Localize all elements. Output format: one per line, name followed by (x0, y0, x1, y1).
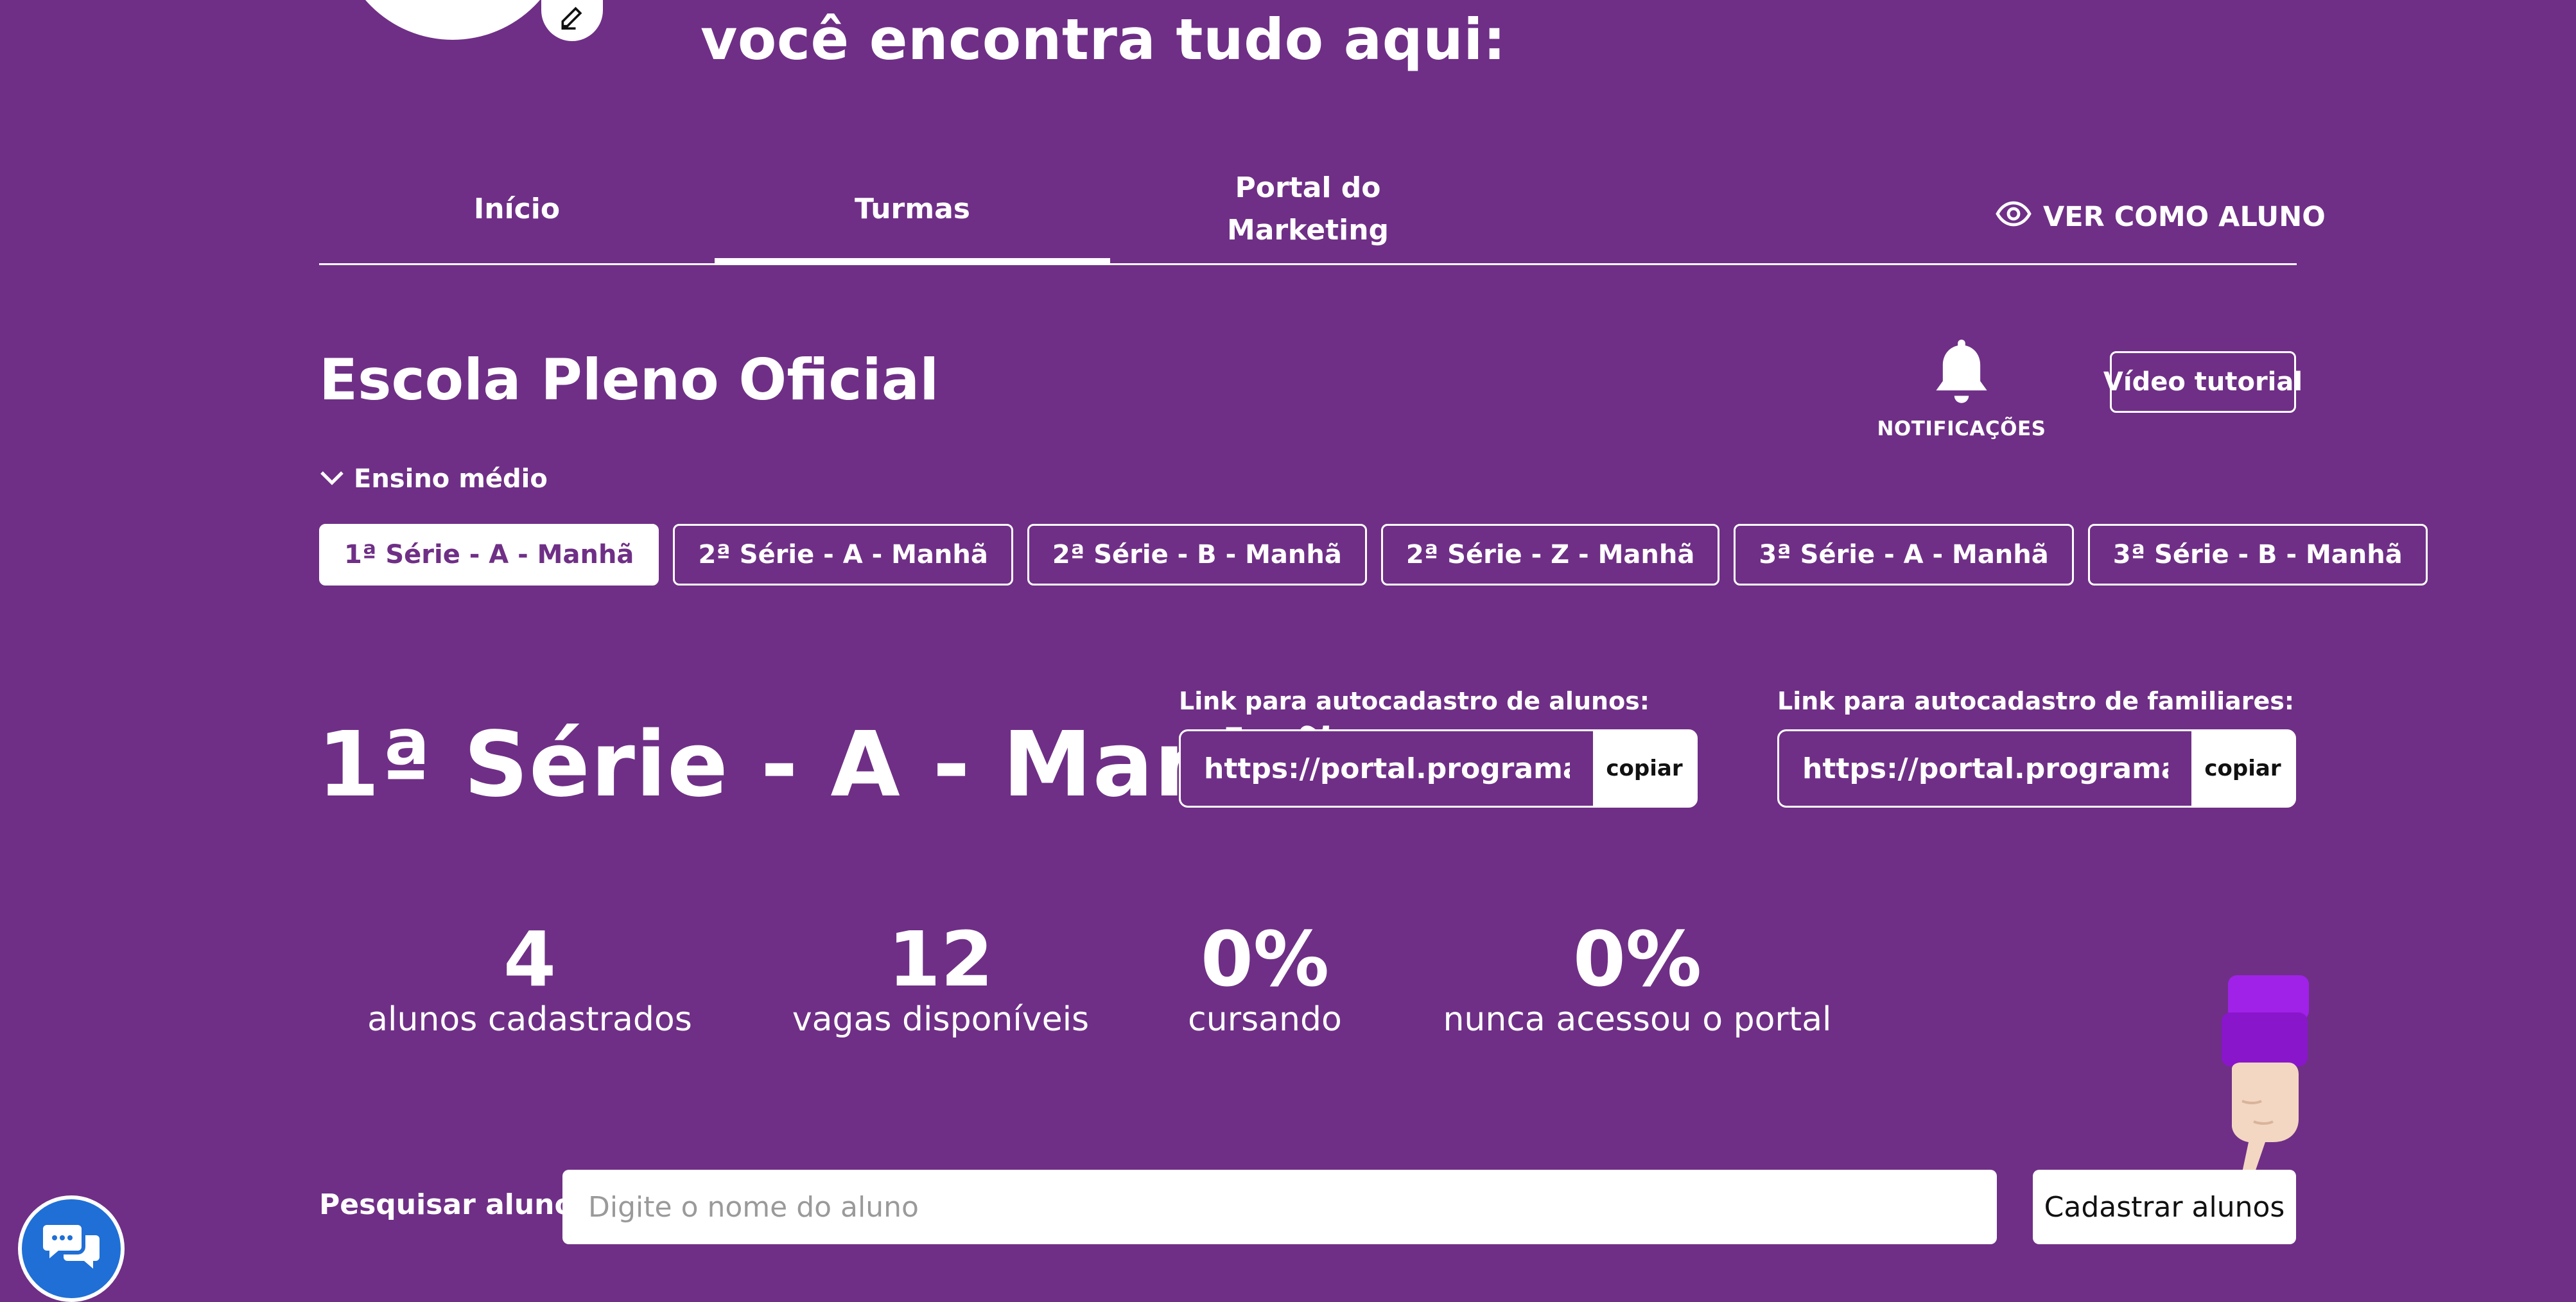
stat-label: cursando (1188, 1000, 1342, 1039)
class-chip[interactable]: 3ª Série - A - Manhã (1734, 524, 2074, 586)
stat-value: 0% (1572, 915, 1702, 1003)
active-tab-indicator (715, 258, 1110, 265)
chevron-down-icon (319, 464, 345, 494)
class-chip[interactable]: 1ª Série - A - Manhã (319, 524, 659, 586)
add-students-button[interactable]: Cadastrar alunos (2033, 1170, 2296, 1244)
class-chip[interactable]: 2ª Série - A - Manhã (673, 524, 1013, 586)
stat-value: 0% (1200, 915, 1330, 1003)
stat-label: vagas disponíveis (792, 1000, 1090, 1039)
notifications-button[interactable]: NOTIFICAÇÕES (1875, 334, 2048, 440)
view-as-student-button[interactable]: VER COMO ALUNO (1996, 198, 2326, 236)
search-label: Pesquisar aluno: (319, 1188, 586, 1221)
copy-student-link-button[interactable]: copiar (1593, 731, 1696, 806)
video-tutorial-button[interactable]: Vídeo tutorial (2103, 351, 2302, 413)
stat-value: 4 (503, 915, 557, 1003)
stat-enrolled: 0% cursando (1169, 915, 1361, 1039)
student-link-group: Link para autocadastro de alunos: copiar (1179, 687, 1698, 808)
view-as-student-label: VER COMO ALUNO (2043, 201, 2326, 233)
tab-turmas[interactable]: Turmas (715, 154, 1110, 265)
stat-value: 12 (887, 915, 994, 1003)
copy-family-link-button[interactable]: copiar (2191, 731, 2294, 806)
tab-portal-marketing[interactable]: Portal do Marketing (1110, 154, 1506, 265)
family-link-box: copiar (1777, 729, 2296, 808)
stat-registered-students: 4 alunos cadastrados (360, 915, 700, 1039)
school-name: Escola Pleno Oficial (319, 347, 939, 413)
notifications-label: NOTIFICAÇÕES (1877, 417, 2046, 440)
class-chip[interactable]: 2ª Série - Z - Manhã (1380, 524, 1720, 586)
student-link-label: Link para autocadastro de alunos: (1179, 687, 1649, 715)
class-chip[interactable]: 3ª Série - B - Manhã (2087, 524, 2428, 586)
level-toggle[interactable]: Ensino médio (319, 464, 548, 494)
avatar (337, 0, 568, 40)
student-link-field[interactable] (1181, 731, 1593, 806)
chat-icon (42, 1222, 101, 1275)
stat-label: nunca acessou o portal (1443, 1000, 1832, 1039)
tab-divider (319, 263, 2297, 265)
class-chip[interactable]: 2ª Série - B - Manhã (1027, 524, 1367, 586)
pointing-hand-icon (2209, 973, 2318, 1191)
edit-avatar-button[interactable] (541, 0, 603, 41)
level-label: Ensino médio (354, 464, 548, 494)
family-link-group: Link para autocadastro de familiares: co… (1777, 687, 2296, 808)
bell-icon (1929, 340, 1994, 412)
chat-button[interactable] (18, 1195, 125, 1302)
stat-available-slots: 12 vagas disponíveis (787, 915, 1095, 1039)
tab-inicio[interactable]: Início (319, 154, 715, 265)
stat-label: alunos cadastrados (367, 1000, 692, 1039)
hero-title: você encontra tudo aqui: (701, 6, 1506, 73)
class-chip-list: 1ª Série - A - Manhã 2ª Série - A - Manh… (319, 524, 2428, 586)
pencil-icon (558, 3, 586, 33)
stat-never-accessed: 0% nunca acessou o portal (1432, 915, 1843, 1039)
family-link-label: Link para autocadastro de familiares: (1777, 687, 2295, 715)
search-student-input[interactable] (562, 1170, 1997, 1244)
student-link-box: copiar (1179, 729, 1698, 808)
eye-icon (1996, 201, 2032, 234)
family-link-field[interactable] (1779, 731, 2191, 806)
